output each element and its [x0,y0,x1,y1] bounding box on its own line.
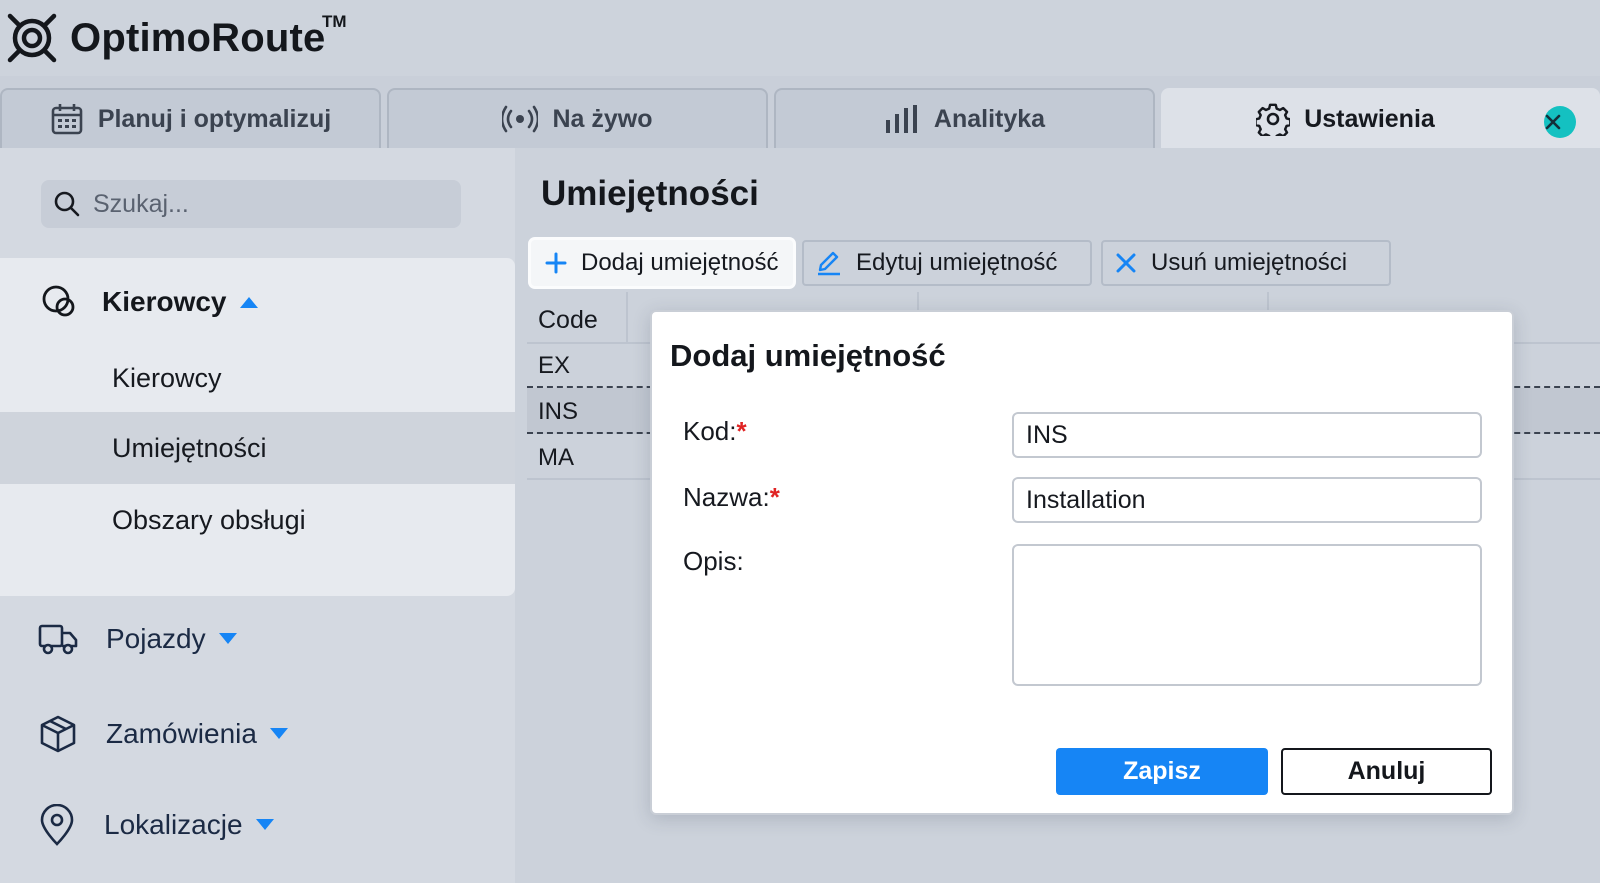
cell-code: EX [538,352,571,379]
code-label: Kod:* [683,416,747,447]
edit-skill-button[interactable]: Edytuj umiejętność [802,240,1092,286]
sidebar-item-vehicles[interactable]: Pojazdy [38,622,238,656]
caret-down-icon [269,728,288,739]
sidebar-item-label: Pojazdy [106,623,206,654]
caret-down-icon [255,819,274,830]
name-label-text: Nazwa: [683,482,770,512]
add-skill-dialog: Dodaj umiejętność Kod:* Nazwa:* Opis: Za… [650,310,1514,815]
caret-up-icon [239,297,258,308]
delete-skills-button[interactable]: Usuń umiejętności [1101,240,1391,286]
sidebar-group-drivers-header[interactable]: Kierowcy [40,284,259,320]
sidebar-item-skills[interactable]: Umiejętności [0,412,515,484]
close-tab-button[interactable] [1544,106,1576,138]
sidebar-group-label: Kierowcy [102,286,227,317]
save-button[interactable]: Zapisz [1056,748,1268,795]
code-label-text: Kod: [683,416,737,446]
sidebar-item-service-areas[interactable]: Obszary obsługi [0,484,515,556]
sidebar-item-label: Umiejętności [112,432,267,463]
search-icon [54,191,80,217]
sidebar-group-drivers: Kierowcy Kierowcy Umiejętności Obszary o… [0,258,515,596]
cell-code: MA [538,444,574,471]
app-name: OptimoRoute [70,16,326,60]
box-icon [40,715,76,753]
cell-code: INS [538,398,579,425]
search-box[interactable] [41,180,461,228]
sidebar-item-locations[interactable]: Lokalizacje [38,804,275,846]
close-x-icon [1116,253,1136,273]
required-marker: * [769,482,780,512]
add-skill-label: Dodaj umiejętność [581,249,779,276]
column-header-code[interactable]: Code [538,306,598,335]
description-field[interactable] [1012,544,1482,686]
sidebar-item-label: Zamówienia [106,718,257,749]
calendar-icon [51,104,83,135]
app-header: OptimoRoute TM [0,0,1600,76]
code-field[interactable] [1012,412,1482,458]
search-input[interactable] [93,189,433,219]
pencil-icon [818,251,840,276]
plus-icon [545,252,567,274]
gear-icon [1256,103,1291,136]
logo-icon [7,13,57,63]
tab-analytics-label: Analityka [933,104,1046,133]
sidebar-item-label: Obszary obsługi [112,504,306,535]
drivers-icon [42,285,75,317]
tab-plan[interactable]: Planuj i optymalizuj [0,88,381,148]
delete-skills-label: Usuń umiejętności [1151,249,1348,276]
bar-chart-icon [885,105,917,133]
tab-live[interactable]: Na żywo [387,88,768,148]
close-icon [1545,114,1561,130]
sidebar: Kierowcy Kierowcy Umiejętności Obszary o… [0,148,515,883]
name-label: Nazwa:* [683,482,780,513]
trademark: TM [322,12,347,31]
truck-icon [38,624,78,655]
tab-analytics[interactable]: Analityka [774,88,1155,148]
name-field[interactable] [1012,477,1482,523]
page-title: Umiejętności [541,174,759,213]
description-label: Opis: [683,546,744,576]
location-pin-icon [40,804,74,846]
tab-settings-label: Ustawienia [1304,104,1435,133]
dialog-title: Dodaj umiejętność [670,338,946,373]
tab-live-label: Na żywo [552,104,653,133]
sidebar-item-orders[interactable]: Zamówienia [38,714,289,754]
caret-down-icon [218,633,237,644]
sidebar-item-label: Lokalizacje [104,809,243,840]
edit-skill-label: Edytuj umiejętność [856,249,1058,276]
column-divider [626,292,628,344]
sidebar-item-drivers[interactable]: Kierowcy [0,342,515,414]
tab-plan-label: Planuj i optymalizuj [97,104,332,133]
tab-settings[interactable]: Ustawienia [1161,88,1600,148]
live-broadcast-icon [502,105,539,133]
add-skill-button[interactable]: Dodaj umiejętność [531,240,793,286]
required-marker: * [736,416,747,446]
sidebar-item-label: Kierowcy [112,362,222,393]
cancel-button[interactable]: Anuluj [1281,748,1492,795]
